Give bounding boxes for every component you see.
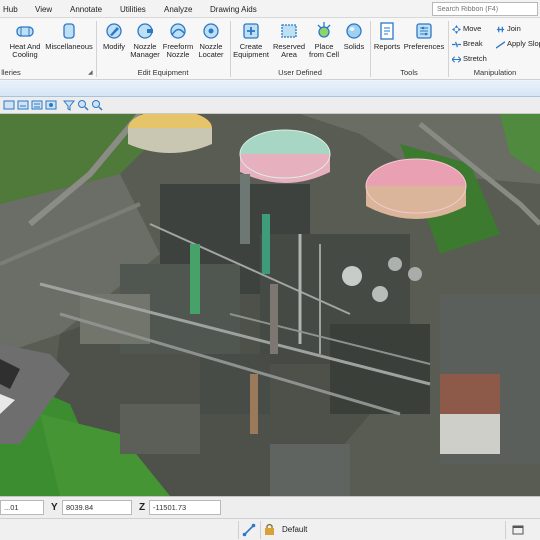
freeform-nozzle-label-2: Nozzle [166, 50, 190, 59]
move-label: Move [463, 24, 482, 33]
nozzle-manager-label-2: Manager [130, 50, 160, 59]
ribbon-search-input[interactable] [432, 2, 538, 16]
coordinate-bar: Y Z [0, 496, 540, 518]
nozzle-manager-button[interactable]: Nozzle Manager [130, 21, 160, 59]
move-button[interactable]: Move [452, 24, 481, 34]
solids-button[interactable]: Solids [340, 21, 368, 51]
3d-viewport[interactable] [0, 114, 540, 496]
ribbon: Heat And Cooling Miscellaneous lleries ◢… [0, 18, 540, 80]
status-bar: Default [0, 518, 540, 540]
nozzle-manager-icon [137, 23, 153, 39]
group-label-tools: Tools [400, 68, 418, 77]
view-attributes-icon[interactable] [3, 99, 15, 111]
apply-slope-icon [495, 40, 506, 49]
preferences-icon [416, 23, 432, 39]
create-equipment-label-2: Equipment [233, 50, 269, 59]
place-from-cell-button[interactable]: Place from Cell [308, 21, 340, 59]
join-label: Join [507, 24, 521, 33]
z-coordinate-label: Z [139, 502, 146, 513]
view-clip-icon[interactable] [45, 99, 57, 111]
place-from-cell-icon [317, 22, 331, 38]
status-divider [238, 521, 239, 539]
nozzle-locater-icon [203, 23, 219, 39]
status-divider [260, 521, 261, 539]
reports-icon [380, 22, 394, 40]
group-label-manipulation: Manipulation [473, 68, 517, 77]
join-icon [496, 26, 505, 32]
tab-annotate[interactable]: Annotate [70, 5, 102, 14]
group-divider [448, 21, 449, 77]
join-button[interactable]: Join [496, 24, 521, 34]
heat-exchanger-icon [16, 26, 34, 37]
break-label: Break [463, 39, 483, 48]
tab-view[interactable]: View [35, 5, 52, 14]
stretch-button[interactable]: Stretch [451, 54, 487, 64]
misc-equipment-icon [63, 23, 75, 39]
filter-icon[interactable] [63, 99, 75, 111]
active-level-label[interactable]: Default [282, 525, 307, 534]
tab-analyze[interactable]: Analyze [164, 5, 192, 14]
status-divider [505, 521, 506, 539]
freeform-nozzle-button[interactable]: Freeform Nozzle [162, 21, 194, 59]
create-equipment-icon [243, 23, 259, 39]
modify-label: Modify [102, 42, 126, 51]
group-label-galleries: lleries [1, 68, 21, 77]
modify-pencil-icon [106, 23, 122, 39]
view-levels-icon[interactable] [31, 99, 43, 111]
view-title-band [0, 81, 540, 97]
freeform-nozzle-icon [170, 23, 186, 39]
x-coordinate-field[interactable] [0, 500, 44, 515]
y-coordinate-label: Y [51, 502, 58, 513]
tab-drawing-aids[interactable]: Drawing Aids [210, 5, 257, 14]
z-coordinate-field[interactable] [149, 500, 221, 515]
miscellaneous-label: Miscellaneous [45, 42, 93, 51]
apply-slope-button[interactable]: Apply Slop [495, 39, 540, 49]
break-button[interactable]: Break [452, 39, 483, 49]
reports-label: Reports [373, 42, 401, 51]
view-display-icon[interactable] [17, 99, 29, 111]
nozzle-locater-button[interactable]: Nozzle Locater [196, 21, 226, 59]
tab-hub[interactable]: Hub [3, 5, 18, 14]
group-divider [230, 21, 231, 77]
reports-button[interactable]: Reports [372, 21, 402, 51]
nozzle-locater-label-2: Locater [198, 50, 224, 59]
heat-and-cooling-label-2: Cooling [12, 50, 38, 59]
galleries-launcher-icon[interactable]: ◢ [88, 69, 93, 76]
reserved-area-icon [281, 24, 297, 38]
view-toolbar [0, 97, 540, 114]
group-divider [370, 21, 371, 77]
create-equipment-button[interactable]: Create Equipment [232, 21, 270, 59]
preferences-label: Preferences [403, 42, 445, 51]
reserved-area-button[interactable]: Reserved Area [272, 21, 306, 59]
refinery-point-cloud-image [0, 114, 540, 496]
stretch-label: Stretch [463, 54, 487, 63]
solids-label: Solids [343, 42, 365, 51]
zoom-out-icon[interactable] [91, 99, 103, 111]
ribbon-tab-row: Hub View Annotate Utilities Analyze Draw… [0, 0, 540, 18]
tab-utilities[interactable]: Utilities [120, 5, 146, 14]
place-from-cell-label-2: from Cell [308, 50, 339, 59]
window-icon[interactable] [512, 524, 524, 536]
group-divider [96, 21, 97, 77]
modify-button[interactable]: Modify [100, 21, 128, 51]
stretch-icon [451, 55, 462, 63]
solids-sphere-icon [346, 23, 362, 39]
apply-slope-label: Apply Slop [507, 39, 540, 48]
miscellaneous-button[interactable]: Miscellaneous [44, 21, 94, 51]
lock-icon[interactable] [264, 523, 275, 536]
element-selection-icon[interactable] [242, 523, 256, 537]
group-label-edit-equipment: Edit Equipment [137, 68, 189, 77]
preferences-button[interactable]: Preferences [402, 21, 446, 51]
reserved-area-label-2: Area [281, 50, 297, 59]
move-arrows-icon [452, 24, 461, 34]
group-label-user-defined: User Defined [278, 68, 322, 77]
break-icon [452, 41, 461, 47]
heat-and-cooling-button[interactable]: Heat And Cooling [8, 21, 42, 59]
zoom-in-icon[interactable] [77, 99, 89, 111]
y-coordinate-field[interactable] [62, 500, 132, 515]
